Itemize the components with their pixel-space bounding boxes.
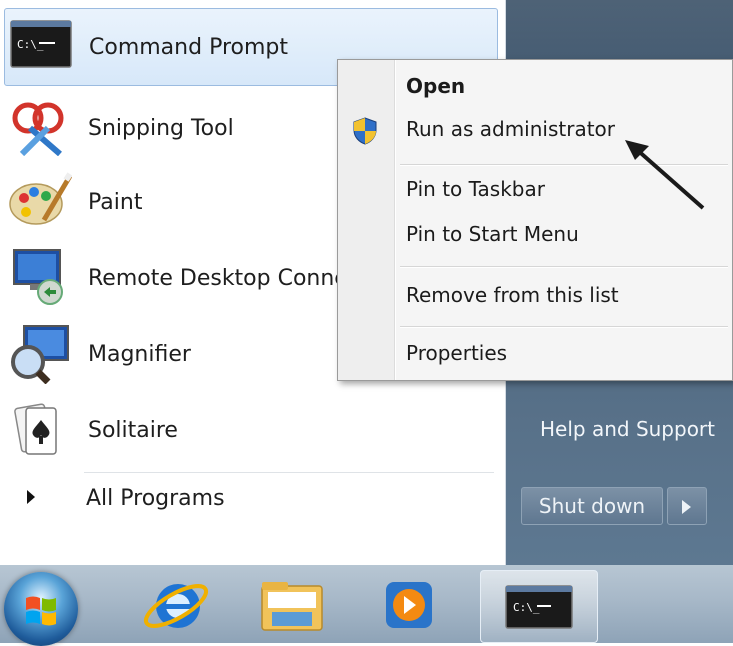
remote-desktop-icon [13, 249, 63, 305]
menu-separator [400, 266, 728, 268]
chevron-right-icon [682, 500, 691, 514]
program-solitaire[interactable]: Solitaire [0, 392, 500, 464]
menu-item-properties[interactable]: Properties [406, 341, 507, 365]
menu-item-remove-from-list[interactable]: Remove from this list [406, 283, 619, 307]
all-programs-link[interactable]: All Programs [86, 486, 225, 511]
internet-explorer-icon [143, 584, 209, 628]
program-label: Magnifier [88, 342, 191, 367]
menu-icon-gutter [338, 60, 395, 380]
menu-gutter-edge [395, 60, 396, 380]
windows-explorer-icon [261, 582, 323, 631]
taskbar-command-prompt[interactable]: C:\_ [480, 570, 598, 643]
paint-icon [9, 172, 72, 225]
magnifier-icon [11, 325, 69, 384]
taskbar-internet-explorer[interactable] [130, 570, 220, 640]
help-and-support-link[interactable]: Help and Support [540, 417, 715, 441]
context-menu: Open Run as administrator Pin to Taskbar… [337, 59, 733, 381]
annotation-arrow-icon [625, 140, 705, 210]
snipping-tool-icon [12, 102, 64, 156]
shutdown-options-button[interactable] [667, 487, 707, 525]
menu-item-run-as-administrator[interactable]: Run as administrator [406, 117, 615, 141]
chevron-right-icon [27, 490, 35, 504]
menu-item-pin-to-start-menu[interactable]: Pin to Start Menu [406, 222, 579, 246]
uac-shield-icon [353, 117, 377, 145]
menu-item-pin-to-taskbar[interactable]: Pin to Taskbar [406, 177, 545, 201]
program-label: Solitaire [88, 418, 178, 443]
program-label: Remote Desktop Conne [88, 266, 348, 291]
divider [84, 472, 494, 473]
program-label: Command Prompt [89, 35, 288, 60]
menu-separator [400, 326, 728, 328]
taskbar-media-player[interactable] [362, 570, 452, 640]
command-prompt-icon: C:\_ [10, 20, 72, 68]
menu-item-open[interactable]: Open [406, 74, 465, 98]
media-player-icon [386, 582, 432, 628]
windows-logo-icon [26, 596, 56, 626]
shutdown-button[interactable]: Shut down [521, 487, 663, 525]
program-label: Snipping Tool [88, 116, 234, 141]
svg-text:C:\_: C:\_ [513, 601, 540, 614]
start-orb-button[interactable] [4, 572, 78, 646]
svg-text:C:\_: C:\_ [17, 38, 44, 51]
solitaire-icon [14, 403, 57, 455]
command-prompt-icon: C:\_ [505, 585, 573, 629]
program-label: Paint [88, 190, 143, 215]
taskbar-windows-explorer[interactable] [250, 570, 340, 640]
